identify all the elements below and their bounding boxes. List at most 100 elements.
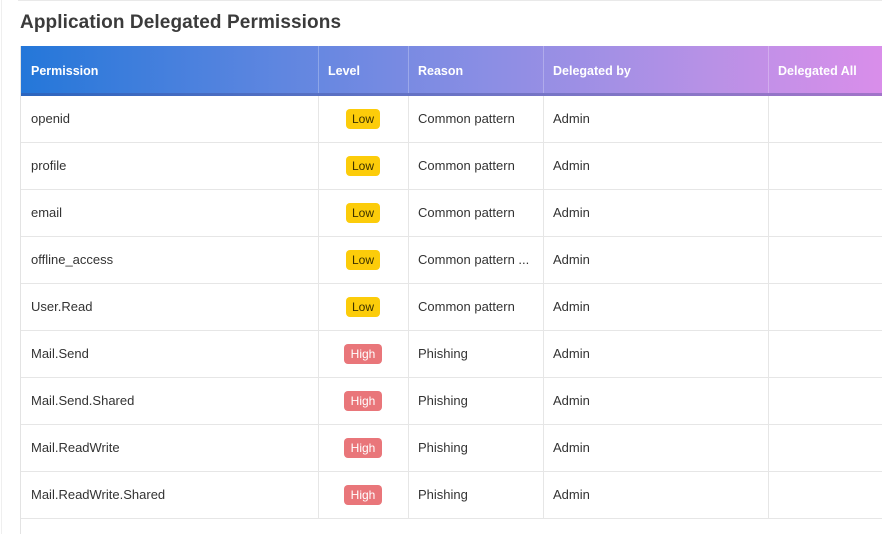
table-row[interactable]: Mail.Send High Phishing Admin	[21, 331, 882, 378]
level-badge: High	[344, 438, 382, 458]
column-divider	[768, 190, 769, 236]
permission-cell: offline_access	[31, 252, 114, 267]
delegated-by-cell: Admin	[553, 346, 590, 361]
column-divider	[768, 284, 769, 330]
header-separator	[408, 46, 409, 93]
column-divider	[768, 472, 769, 518]
header-reason[interactable]: Reason	[418, 46, 463, 93]
table-row[interactable]: Mail.ReadWrite.Shared High Phishing Admi…	[21, 472, 882, 519]
column-divider	[318, 96, 319, 142]
delegated-all-cell	[778, 425, 878, 471]
delegated-by-cell: Admin	[553, 205, 590, 220]
header-permission[interactable]: Permission	[31, 46, 98, 93]
top-divider	[18, 0, 882, 1]
table-row[interactable]: offline_access Low Common pattern ... Ad…	[21, 237, 882, 284]
delegated-by-cell: Admin	[553, 487, 590, 502]
column-divider	[543, 190, 544, 236]
level-badge: Low	[346, 109, 380, 129]
reason-cell: Common pattern	[418, 299, 515, 314]
permission-cell: openid	[31, 111, 71, 126]
column-divider	[408, 331, 409, 377]
reason-cell: Phishing	[418, 393, 468, 408]
permission-cell: User.Read	[31, 299, 93, 314]
delegated-by-cell: Admin	[553, 158, 590, 173]
table-row[interactable]: email Low Common pattern Admin	[21, 190, 882, 237]
column-divider	[543, 472, 544, 518]
delegated-all-cell	[778, 284, 878, 330]
column-divider	[408, 378, 409, 424]
header-delegated-by[interactable]: Delegated by	[553, 46, 631, 93]
column-divider	[543, 331, 544, 377]
delegated-all-cell	[778, 143, 878, 189]
delegated-by-cell: Admin	[553, 393, 590, 408]
permission-cell: Mail.ReadWrite.Shared	[31, 487, 166, 502]
table-row[interactable]: profile Low Common pattern Admin	[21, 143, 882, 190]
reason-cell: Common pattern	[418, 205, 515, 220]
column-divider	[318, 472, 319, 518]
column-divider	[768, 143, 769, 189]
delegated-all-cell	[778, 237, 878, 283]
permission-cell: Mail.Send.Shared	[31, 393, 135, 408]
reason-cell: Common pattern ...	[418, 252, 530, 267]
table-row[interactable]: User.Read Low Common pattern Admin	[21, 284, 882, 331]
delegated-by-cell: Admin	[553, 440, 590, 455]
column-divider	[408, 143, 409, 189]
column-divider	[768, 96, 769, 142]
header-delegated-all[interactable]: Delegated All	[778, 46, 857, 93]
page: Application Delegated Permissions Permis…	[0, 0, 882, 534]
column-divider	[408, 284, 409, 330]
column-divider	[543, 96, 544, 142]
column-divider	[318, 284, 319, 330]
header-level[interactable]: Level	[328, 46, 360, 93]
level-badge: High	[344, 391, 382, 411]
left-divider	[1, 0, 2, 534]
column-divider	[768, 331, 769, 377]
permission-cell: Mail.ReadWrite	[31, 440, 120, 455]
column-divider	[768, 237, 769, 283]
column-divider	[408, 190, 409, 236]
column-divider	[543, 143, 544, 189]
column-divider	[768, 378, 769, 424]
column-divider	[318, 237, 319, 283]
permissions-table: Permission Level Reason Delegated by Del…	[20, 46, 882, 534]
level-badge: Low	[346, 250, 380, 270]
header-separator	[543, 46, 544, 93]
delegated-all-cell	[778, 96, 878, 142]
table-header: Permission Level Reason Delegated by Del…	[21, 46, 882, 96]
reason-cell: Phishing	[418, 346, 468, 361]
reason-cell: Phishing	[418, 487, 468, 502]
level-badge: Low	[346, 203, 380, 223]
reason-cell: Common pattern	[418, 111, 515, 126]
permission-cell: profile	[31, 158, 67, 173]
level-badge: High	[344, 344, 382, 364]
permission-cell: Mail.Send	[31, 346, 89, 361]
column-divider	[318, 190, 319, 236]
column-divider	[318, 331, 319, 377]
delegated-all-cell	[778, 378, 878, 424]
delegated-by-cell: Admin	[553, 111, 590, 126]
column-divider	[408, 96, 409, 142]
level-badge: Low	[346, 156, 380, 176]
table-row[interactable]: Mail.ReadWrite High Phishing Admin	[21, 425, 882, 472]
column-divider	[543, 378, 544, 424]
column-divider	[768, 425, 769, 471]
column-divider	[543, 237, 544, 283]
reason-cell: Phishing	[418, 440, 468, 455]
delegated-by-cell: Admin	[553, 299, 590, 314]
column-divider	[318, 425, 319, 471]
table-row[interactable]: openid Low Common pattern Admin	[21, 96, 882, 143]
level-badge: High	[344, 485, 382, 505]
table-body: openid Low Common pattern Admin profile …	[21, 96, 882, 519]
delegated-by-cell: Admin	[553, 252, 590, 267]
column-divider	[408, 237, 409, 283]
table-row[interactable]: Mail.Send.Shared High Phishing Admin	[21, 378, 882, 425]
delegated-all-cell	[778, 472, 878, 518]
column-divider	[318, 143, 319, 189]
delegated-all-cell	[778, 190, 878, 236]
delegated-all-cell	[778, 331, 878, 377]
page-title: Application Delegated Permissions	[20, 12, 342, 33]
column-divider	[543, 425, 544, 471]
level-badge: Low	[346, 297, 380, 317]
column-divider	[318, 378, 319, 424]
column-divider	[543, 284, 544, 330]
